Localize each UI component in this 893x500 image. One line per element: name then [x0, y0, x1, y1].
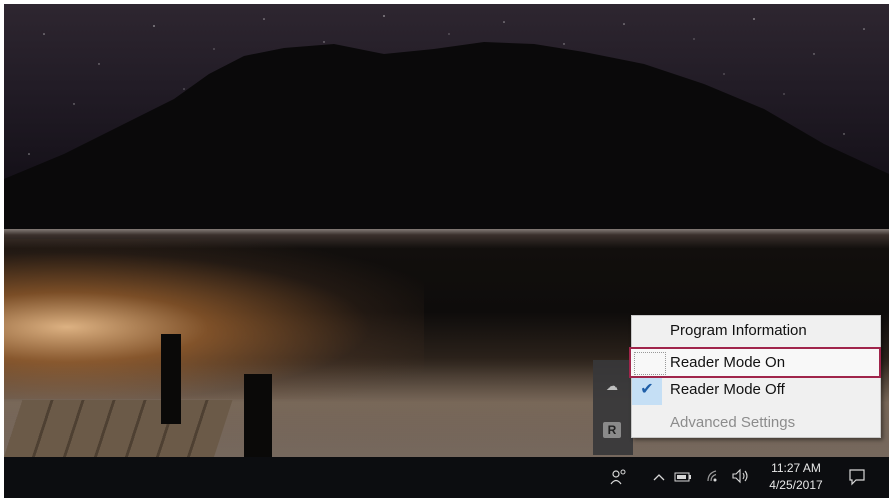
menu-item-advanced-settings: Advanced Settings	[632, 408, 880, 438]
wallpaper-pier-post	[161, 334, 181, 424]
taskbar: 11:27 AM 4/25/2017	[4, 457, 889, 498]
reader-mode-r-icon[interactable]: R	[603, 422, 621, 438]
battery-icon[interactable]	[674, 472, 692, 482]
onedrive-cloud-icon[interactable]: ☁	[603, 378, 621, 394]
wifi-icon[interactable]	[705, 468, 723, 484]
focus-indicator	[634, 352, 666, 375]
menu-item-label: Reader Mode On	[670, 354, 786, 371]
clock-time: 11:27 AM	[771, 461, 821, 475]
taskbar-clock[interactable]: 11:27 AM 4/25/2017	[762, 460, 830, 494]
volume-icon[interactable]	[731, 468, 751, 484]
menu-item-label: Advanced Settings	[670, 414, 796, 431]
menu-item-label: Program Information	[670, 322, 807, 339]
menu-item-label: Reader Mode Off	[670, 381, 785, 398]
menu-item-reader-mode-off[interactable]: ✔ Reader Mode Off	[632, 375, 880, 405]
menu-item-reader-mode-on[interactable]: Reader Mode On	[629, 347, 881, 378]
show-hidden-icons-chevron[interactable]	[653, 472, 665, 482]
people-icon[interactable]	[610, 469, 628, 485]
wallpaper-pier	[4, 400, 233, 457]
action-center-icon[interactable]	[848, 468, 866, 486]
clock-date: 4/25/2017	[769, 478, 823, 492]
tray-overflow-panel: ☁ R	[593, 360, 633, 455]
wallpaper-pier-post	[244, 374, 272, 457]
checkmark-icon: ✔	[632, 375, 662, 405]
menu-item-program-information[interactable]: Program Information	[632, 316, 880, 346]
